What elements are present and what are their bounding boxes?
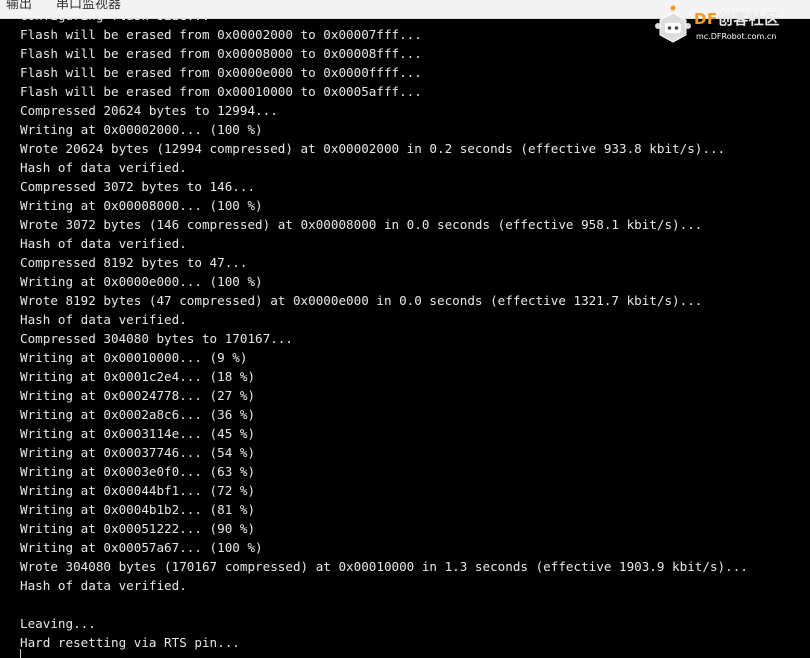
- console-line: Writing at 0x00037746... (54 %): [20, 445, 256, 460]
- console-line: Leaving...: [20, 616, 96, 631]
- console-line: Writing at 0x00057a67... (100 %): [20, 540, 263, 555]
- console-line: Flash will be erased from 0x00010000 to …: [20, 84, 422, 99]
- tab-output[interactable]: 输出: [6, 0, 32, 12]
- console-line: Writing at 0x0001c2e4... (18 %): [20, 369, 256, 384]
- console-line: Compressed 20624 bytes to 12994...: [20, 103, 278, 118]
- console-line: Writing at 0x00044bf1... (72 %): [20, 483, 256, 498]
- console-line: Flash will be erased from 0x00008000 to …: [20, 46, 422, 61]
- console-line: Writing at 0x00008000... (100 %): [20, 198, 263, 213]
- console-line: Compressed 8192 bytes to 47...: [20, 255, 248, 270]
- console-line: Writing at 0x00002000... (100 %): [20, 122, 263, 137]
- console-line: Wrote 8192 bytes (47 compressed) at 0x00…: [20, 293, 703, 308]
- console-line: Hash of data verified.: [20, 236, 187, 251]
- console-line: Compressed 3072 bytes to 146...: [20, 179, 256, 194]
- robot-logo-icon: [655, 5, 691, 43]
- console-line: Flash will be erased from 0x00002000 to …: [20, 27, 422, 42]
- console-line: Wrote 304080 bytes (170167 compressed) a…: [20, 559, 748, 574]
- console-line: Compressed 304080 bytes to 170167...: [20, 331, 293, 346]
- brand-cn: 创客社区: [717, 10, 780, 28]
- console-line: Writing at 0x0004b1b2... (81 %): [20, 502, 256, 517]
- console-line: Flash will be erased from 0x0000e000 to …: [20, 65, 422, 80]
- dfrobot-watermark: DF创客社区 mc.DFRobot.com.cn: [650, 0, 810, 48]
- console-line: Hard resetting via RTS pin...: [20, 635, 240, 650]
- brand-name: DF创客社区: [694, 8, 780, 29]
- console-line: Writing at 0x00024778... (27 %): [20, 388, 256, 403]
- console-line: Writing at 0x0003114e... (45 %): [20, 426, 256, 441]
- brand-df: DF: [694, 10, 718, 28]
- brand-url: mc.DFRobot.com.cn: [696, 32, 777, 41]
- serial-output-console[interactable]: Configuring flash size...Flash will be e…: [0, 19, 810, 658]
- console-line: Writing at 0x00010000... (9 %): [20, 350, 248, 365]
- text-cursor: [20, 649, 21, 658]
- console-text: Configuring flash size...Flash will be e…: [20, 19, 748, 652]
- console-line: Hash of data verified.: [20, 578, 187, 593]
- console-line: Writing at 0x0002a8c6... (36 %): [20, 407, 256, 422]
- console-line: Hash of data verified.: [20, 160, 187, 175]
- console-line: Writing at 0x00051222... (90 %): [20, 521, 256, 536]
- tab-serial-monitor[interactable]: 串口监视器: [56, 0, 121, 12]
- console-line: Wrote 20624 bytes (12994 compressed) at …: [20, 141, 726, 156]
- console-line: Writing at 0x0003e0f0... (63 %): [20, 464, 256, 479]
- console-line: Wrote 3072 bytes (146 compressed) at 0x0…: [20, 217, 703, 232]
- console-line: Hash of data verified.: [20, 312, 187, 327]
- console-line: Writing at 0x0000e000... (100 %): [20, 274, 263, 289]
